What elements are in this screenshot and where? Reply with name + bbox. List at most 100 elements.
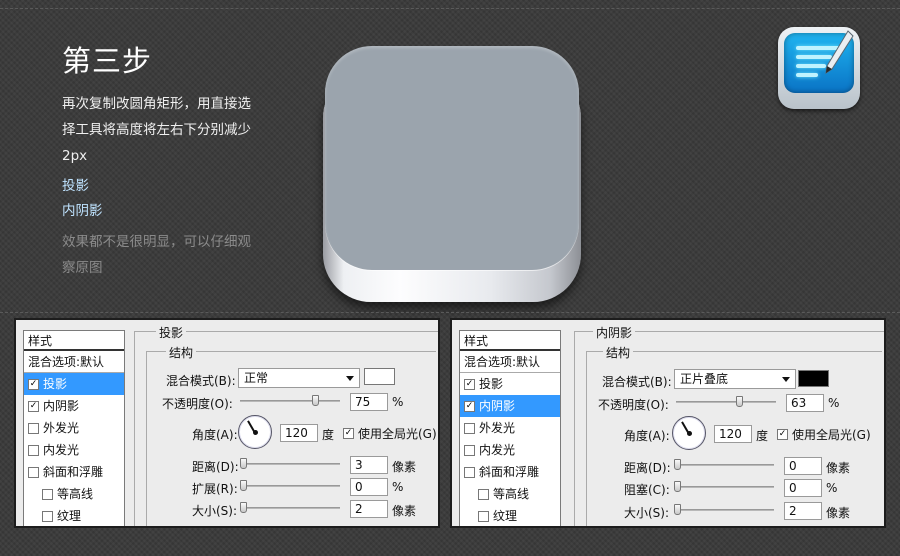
sub-title: 结构 — [603, 344, 634, 361]
choke-input[interactable]: 0 — [784, 479, 822, 497]
style-item-outer-glow[interactable]: 外发光 — [24, 417, 124, 439]
inner-glow-checkbox[interactable] — [28, 444, 39, 456]
opacity-input[interactable]: 75 — [350, 393, 388, 411]
style-list-header: 样式 — [460, 331, 560, 351]
style-item-texture[interactable]: 纹理 — [460, 505, 560, 526]
subgroup-frame-line — [146, 351, 147, 526]
blend-options-item[interactable]: 混合选项:默认 — [24, 351, 124, 373]
spread-slider-handle[interactable] — [240, 480, 247, 491]
style-item-inner-shadow[interactable]: ✓ 内阴影 — [460, 395, 560, 417]
size-slider-track[interactable] — [674, 509, 774, 511]
use-global-light[interactable]: ✓ 使用全局光(G) — [343, 425, 437, 442]
angle-input[interactable]: 120 — [714, 425, 752, 443]
size-input[interactable]: 2 — [350, 500, 388, 518]
style-item-contour[interactable]: 等高线 — [24, 483, 124, 505]
angle-dial[interactable] — [672, 416, 706, 450]
sub-title: 结构 — [166, 344, 197, 361]
layer-style-dialog-inner-shadow: 样式 混合选项:默认 ✓ 投影 ✓ 内阴影 外发光 内发光 斜面和浮雕 等高线 纹理… — [450, 318, 886, 528]
style-item-label: 外发光 — [43, 421, 80, 435]
subgroup-frame-line — [586, 351, 587, 526]
step-note: 效果都不是很明显，可以仔细观察原图 — [62, 234, 251, 276]
choke-slider-track[interactable] — [674, 486, 774, 488]
style-list-header: 样式 — [24, 331, 124, 351]
bevel-emboss-checkbox[interactable] — [28, 466, 39, 478]
contour-checkbox[interactable] — [42, 488, 53, 500]
angle-dial-center — [253, 430, 258, 435]
opacity-slider-track[interactable] — [676, 401, 776, 403]
style-item-inner-glow[interactable]: 内发光 — [24, 439, 124, 461]
bevel-emboss-checkbox[interactable] — [464, 466, 475, 478]
use-global-light[interactable]: ✓ 使用全局光(G) — [777, 426, 871, 443]
angle-input[interactable]: 120 — [280, 424, 318, 442]
style-item-label: 等高线 — [57, 487, 94, 501]
spread-slider-track[interactable] — [240, 485, 340, 487]
blend-mode-select[interactable]: 正常 — [238, 368, 360, 388]
style-item-label: 内阴影 — [43, 399, 80, 413]
shadow-color-swatch[interactable] — [798, 370, 829, 387]
style-item-label: 内阴影 — [479, 399, 516, 413]
opacity-slider-handle[interactable] — [736, 396, 743, 407]
size-slider-handle[interactable] — [674, 504, 681, 515]
texture-checkbox[interactable] — [478, 510, 489, 522]
style-item-bevel-emboss[interactable]: 斜面和浮雕 — [24, 461, 124, 483]
style-item-drop-shadow[interactable]: ✓ 投影 — [460, 373, 560, 395]
style-item-texture[interactable]: 纹理 — [24, 505, 124, 526]
px-unit: 像素 — [826, 506, 851, 520]
opacity-slider-track[interactable] — [240, 400, 340, 402]
angle-label: 角度(A): — [624, 429, 670, 443]
opacity-slider-handle[interactable] — [312, 395, 319, 406]
pencil-icon — [825, 30, 854, 75]
distance-slider-track[interactable] — [674, 464, 774, 466]
chevron-down-icon — [782, 377, 790, 382]
shadow-color-swatch[interactable] — [364, 368, 395, 385]
drop-shadow-checkbox[interactable]: ✓ — [464, 378, 475, 390]
style-item-outer-glow[interactable]: 外发光 — [460, 417, 560, 439]
size-input[interactable]: 2 — [784, 502, 822, 520]
outer-glow-checkbox[interactable] — [464, 422, 475, 434]
blend-options-item[interactable]: 混合选项:默认 — [460, 351, 560, 373]
global-light-checkbox[interactable]: ✓ — [343, 428, 354, 439]
blend-options-label: 混合选项:默认 — [28, 354, 105, 369]
size-slider-handle[interactable] — [240, 502, 247, 513]
inner-glow-checkbox[interactable] — [464, 444, 475, 456]
style-item-contour[interactable]: 等高线 — [460, 483, 560, 505]
style-item-inner-shadow[interactable]: ✓ 内阴影 — [24, 395, 124, 417]
style-item-label: 纹理 — [493, 509, 518, 523]
distance-slider-track[interactable] — [240, 463, 340, 465]
size-slider-track[interactable] — [240, 507, 340, 509]
style-item-label: 斜面和浮雕 — [479, 465, 540, 479]
angle-dial-center — [687, 431, 692, 436]
style-item-inner-glow[interactable]: 内发光 — [460, 439, 560, 461]
texture-checkbox[interactable] — [42, 510, 53, 522]
blend-mode-value: 正片叠底 — [680, 372, 729, 386]
blend-mode-select[interactable]: 正片叠底 — [674, 369, 796, 389]
blend-mode-label: 混合模式(B): — [602, 375, 672, 389]
distance-input[interactable]: 0 — [784, 457, 822, 475]
global-light-label: 使用全局光(G) — [792, 428, 871, 442]
style-item-label: 投影 — [479, 377, 504, 391]
group-title: 投影 — [156, 324, 187, 341]
layer-style-dialog-drop-shadow: 样式 混合选项:默认 ✓ 投影 ✓ 内阴影 外发光 内发光 斜面和浮雕 等高线 纹理… — [14, 318, 440, 528]
style-list: 样式 混合选项:默认 ✓ 投影 ✓ 内阴影 外发光 内发光 斜面和浮雕 等高线 纹理 — [23, 330, 125, 526]
degree-unit: 度 — [322, 428, 335, 442]
style-item-bevel-emboss[interactable]: 斜面和浮雕 — [460, 461, 560, 483]
outer-glow-checkbox[interactable] — [28, 422, 39, 434]
inner-shadow-checkbox[interactable]: ✓ — [28, 400, 39, 412]
style-item-drop-shadow[interactable]: ✓ 投影 — [24, 373, 124, 395]
drop-shadow-checkbox[interactable]: ✓ — [28, 378, 39, 390]
step-title: 第三步 — [62, 44, 153, 78]
choke-slider-handle[interactable] — [674, 481, 681, 492]
opacity-input[interactable]: 63 — [786, 394, 824, 412]
group-frame-line — [134, 331, 135, 526]
global-light-checkbox[interactable]: ✓ — [777, 429, 788, 440]
inner-shadow-checkbox[interactable]: ✓ — [464, 400, 475, 412]
opacity-label: 不透明度(O): — [598, 398, 669, 412]
distance-input[interactable]: 3 — [350, 456, 388, 474]
angle-dial[interactable] — [238, 415, 272, 449]
angle-label: 角度(A): — [192, 428, 238, 442]
spread-input[interactable]: 0 — [350, 478, 388, 496]
contour-checkbox[interactable] — [478, 488, 489, 500]
distance-slider-handle[interactable] — [240, 458, 247, 469]
top-divider — [0, 8, 900, 9]
distance-slider-handle[interactable] — [674, 459, 681, 470]
